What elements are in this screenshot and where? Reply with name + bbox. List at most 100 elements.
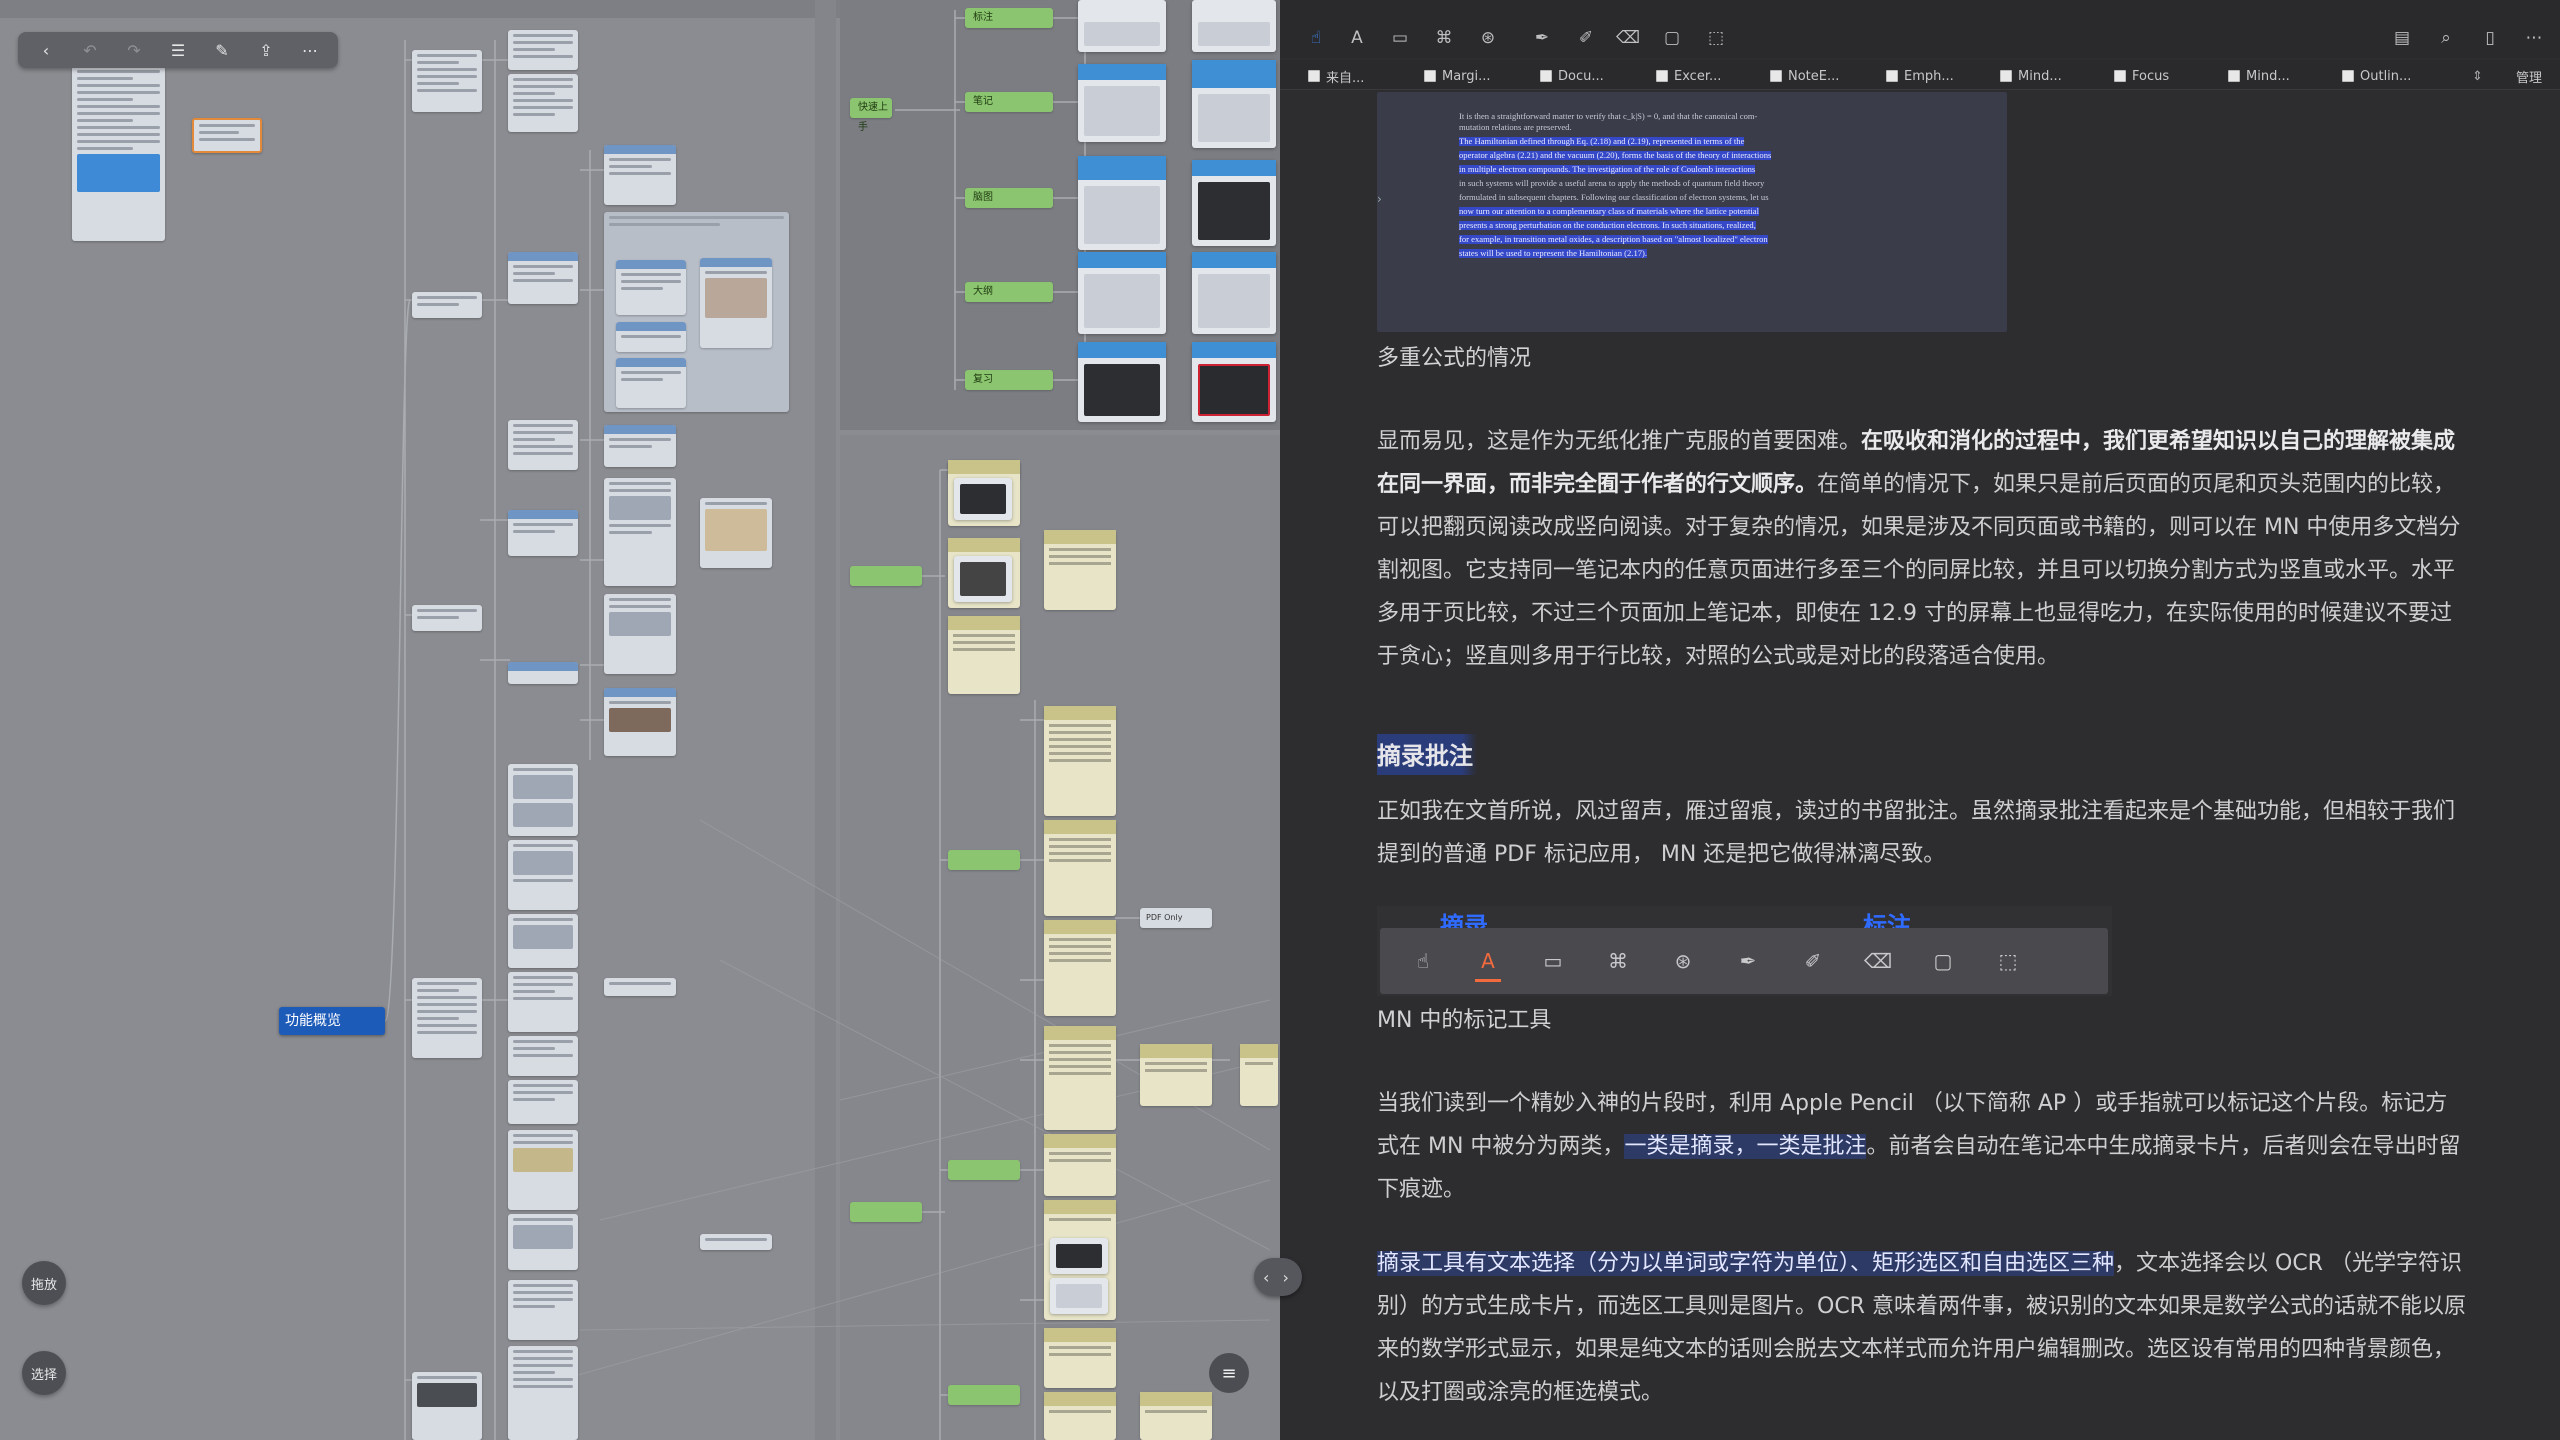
ellipsis-icon[interactable]: ⋯: [2520, 24, 2548, 52]
mindmap-card[interactable]: [1078, 64, 1166, 142]
mindmap-node[interactable]: [604, 478, 676, 586]
mindmap-card[interactable]: [1044, 1392, 1116, 1440]
mindmap-card[interactable]: [1192, 160, 1276, 246]
mindmap-node[interactable]: [508, 1036, 578, 1076]
mindmap-preview-node[interactable]: [72, 66, 165, 241]
textbox-icon[interactable]: ▢: [1658, 24, 1686, 52]
mindmap-node[interactable]: [604, 688, 676, 756]
mindmap-pane[interactable]: 快速上手 标注 笔记 脑图 大纲 复习 PDF Only 功能概览 ‹ ↶ ↷ …: [0, 0, 1280, 1440]
mindmap-card[interactable]: [1078, 252, 1166, 334]
document-tab[interactable]: 来自...: [1308, 65, 1364, 87]
mindmap-card[interactable]: [1044, 920, 1116, 1016]
document-tab[interactable]: Excer...: [1656, 65, 1721, 87]
mindmap-node[interactable]: [700, 1234, 772, 1250]
bookmark-icon[interactable]: ▯: [2476, 24, 2504, 52]
mindmap-node[interactable]: [412, 292, 482, 318]
mindmap-node[interactable]: [412, 50, 482, 112]
mindmap-branch-node[interactable]: 笔记: [965, 92, 1053, 112]
document-tab[interactable]: Focus: [2114, 65, 2169, 87]
mindmap-node[interactable]: [508, 840, 578, 910]
mindmap-node[interactable]: [508, 972, 578, 1032]
mindmap-card[interactable]: [1240, 1044, 1278, 1106]
mindmap-node[interactable]: [508, 914, 578, 968]
drag-mode-button[interactable]: 拖放: [22, 1261, 66, 1305]
mindmap-node[interactable]: [604, 978, 676, 996]
share-icon[interactable]: ⇪: [254, 38, 278, 62]
mindmap-orange-node[interactable]: [192, 118, 262, 153]
mindmap-branch-node[interactable]: [850, 1202, 922, 1222]
text-highlight-icon[interactable]: A: [1343, 24, 1371, 52]
mindmap-card[interactable]: [1078, 156, 1166, 250]
mindmap-node[interactable]: [604, 594, 676, 674]
document-tab[interactable]: Mind...: [2000, 65, 2062, 87]
mindmap-card[interactable]: [1044, 706, 1116, 816]
mindmap-branch-node[interactable]: 快速上手: [850, 98, 892, 133]
undo-icon[interactable]: ↶: [78, 38, 102, 62]
mindmap-node[interactable]: [616, 322, 686, 352]
compose-icon[interactable]: ✎: [210, 38, 234, 62]
mindmap-branch-node[interactable]: [948, 850, 1020, 870]
mindmap-card[interactable]: [1078, 342, 1166, 422]
mindmap-card[interactable]: [1078, 0, 1166, 52]
mindmap-node[interactable]: [508, 1214, 578, 1270]
mindmap-node[interactable]: [508, 1130, 578, 1210]
mindmap-card[interactable]: [1044, 1328, 1116, 1388]
document-tab[interactable]: Emph...: [1886, 65, 1954, 87]
lasso-icon[interactable]: ⬚: [1702, 24, 1730, 52]
shape-select-icon[interactable]: ⊛: [1474, 24, 1502, 52]
mindmap-card[interactable]: [1192, 60, 1276, 148]
mindmap-node[interactable]: [508, 74, 578, 132]
mindmap-node[interactable]: [604, 425, 676, 467]
mindmap-node[interactable]: [700, 258, 772, 348]
mindmap-node[interactable]: [616, 260, 686, 315]
mindmap-branch-node[interactable]: [948, 1385, 1020, 1405]
mindmap-card[interactable]: [1192, 0, 1276, 52]
ellipsis-icon[interactable]: ⋯: [298, 38, 322, 62]
mindmap-node[interactable]: [508, 510, 578, 556]
menu-icon[interactable]: ≡: [1209, 1353, 1249, 1393]
hand-icon[interactable]: ☝: [1302, 24, 1330, 52]
mindmap-node[interactable]: [616, 358, 686, 408]
mindmap-card[interactable]: [1140, 1044, 1212, 1106]
document-content[interactable]: It is then a straightforward matter to v…: [1280, 90, 2560, 1440]
eraser-icon[interactable]: ⌫: [1614, 24, 1642, 52]
list-icon[interactable]: ☰: [166, 38, 190, 62]
mindmap-root-node[interactable]: 功能概览: [279, 1007, 385, 1035]
highlighter-icon[interactable]: ✐: [1572, 24, 1600, 52]
document-tab[interactable]: NoteE...: [1770, 65, 1839, 87]
document-tab[interactable]: Docu...: [1540, 65, 1604, 87]
mindmap-card[interactable]: [1044, 1200, 1116, 1320]
mindmap-node[interactable]: [412, 605, 482, 631]
select-mode-button[interactable]: 选择: [22, 1351, 66, 1395]
mindmap-card[interactable]: [1192, 342, 1276, 422]
document-tab[interactable]: Outlin...: [2342, 65, 2411, 87]
mindmap-card[interactable]: [1044, 1026, 1116, 1130]
mindmap-card[interactable]: [1044, 530, 1116, 610]
mindmap-node[interactable]: [604, 145, 676, 205]
mindmap-card[interactable]: [948, 538, 1020, 608]
highlighted-text[interactable]: 摘录工具有文本选择（分为以单词或字符为单位）、矩形选区和自由选区三种: [1377, 1251, 2115, 1276]
mindmap-card[interactable]: [1140, 1392, 1212, 1440]
search-icon[interactable]: ⌕: [2432, 24, 2460, 52]
document-tab[interactable]: Margi...: [1424, 65, 1491, 87]
mindmap-branch-node[interactable]: [850, 566, 922, 586]
document-icon[interactable]: ▤: [2388, 24, 2416, 52]
mindmap-card[interactable]: [1044, 820, 1116, 916]
tab-scroll-icon[interactable]: ⇕: [2472, 65, 2483, 87]
freeform-select-icon[interactable]: ⌘: [1430, 24, 1458, 52]
document-tab[interactable]: Mind...: [2228, 65, 2290, 87]
mindmap-node[interactable]: [508, 30, 578, 70]
mindmap-branch-node[interactable]: 大纲: [965, 282, 1053, 302]
mindmap-node-pdf-only[interactable]: PDF Only: [1140, 908, 1212, 928]
split-view-toggle[interactable]: ‹ ›: [1254, 1258, 1302, 1296]
mindmap-node[interactable]: [508, 1280, 578, 1340]
back-icon[interactable]: ‹: [34, 38, 58, 62]
mindmap-node[interactable]: [700, 498, 772, 568]
mindmap-node[interactable]: [412, 1372, 482, 1440]
mindmap-node[interactable]: [508, 252, 578, 304]
mindmap-node[interactable]: [508, 662, 578, 684]
mindmap-card[interactable]: [1044, 1134, 1116, 1196]
mindmap-branch-node[interactable]: [948, 1160, 1020, 1180]
mindmap-node[interactable]: [508, 1080, 578, 1124]
tabs-manage-button[interactable]: 管理: [2516, 65, 2542, 87]
